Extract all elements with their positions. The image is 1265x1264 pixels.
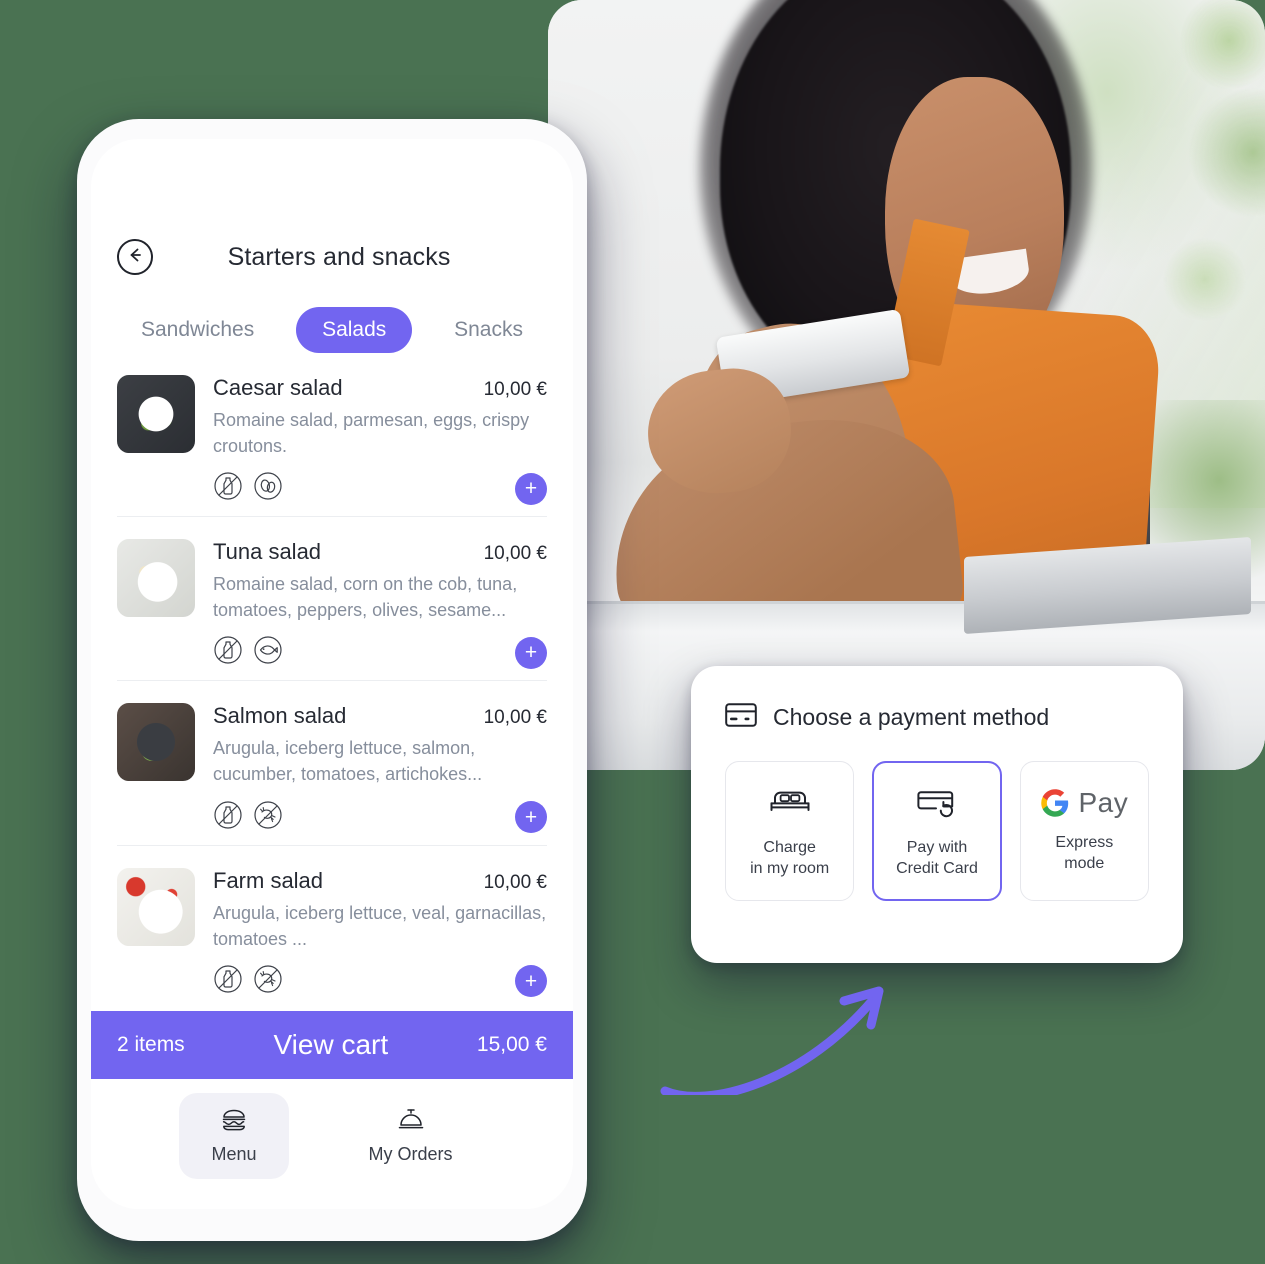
payment-option-list: Charge in my room Pay with Credit Card P… xyxy=(725,761,1149,901)
allergen-list xyxy=(213,635,283,670)
menu-item-name: Caesar salad xyxy=(213,375,343,400)
page-title: Starters and snacks xyxy=(227,242,451,271)
arrow-left-circle-icon xyxy=(126,246,144,269)
allergen-list xyxy=(213,800,283,835)
payment-option-express-mode[interactable]: Pay Express mode xyxy=(1019,761,1149,901)
nav-item-my-orders[interactable]: My Orders xyxy=(337,1093,485,1179)
bed-icon xyxy=(767,783,813,824)
google-pay-brand-text: Pay xyxy=(1078,787,1129,819)
menu-item-description: Arugula, iceberg lettuce, salmon, cucumb… xyxy=(213,738,483,785)
menu-item-footer: + xyxy=(213,964,547,999)
burger-icon xyxy=(219,1107,249,1138)
menu-item-header: Tuna salad 10,00 € xyxy=(213,539,547,565)
payment-option-charge-in-my-room[interactable]: Charge in my room xyxy=(725,761,855,901)
add-to-cart-button[interactable]: + xyxy=(515,965,547,998)
annotation-arrow xyxy=(660,986,884,1095)
menu-item-description: Romaine salad, corn on the cob, tuna, to… xyxy=(213,574,518,621)
menu-item-price: 10,00 € xyxy=(483,543,547,565)
tab-sandwiches[interactable]: Sandwiches xyxy=(115,307,280,353)
bottom-navigation: Menu My Orders xyxy=(91,1079,573,1209)
payment-option-label-line2: in my room xyxy=(750,859,830,877)
add-to-cart-button[interactable]: + xyxy=(515,636,547,669)
tab-snacks[interactable]: Snacks xyxy=(428,307,549,353)
menu-item-description: Arugula, iceberg lettuce, veal, garnacil… xyxy=(213,902,547,949)
payment-option-label-line1: Charge xyxy=(763,838,816,856)
no-shellfish-icon xyxy=(253,964,283,999)
menu-item-footer: + xyxy=(213,635,547,670)
payment-option-label: Pay with Credit Card xyxy=(896,838,978,880)
list-item[interactable]: Tuna salad 10,00 € Romaine salad, corn o… xyxy=(117,517,547,682)
credit-card-icon xyxy=(725,702,757,733)
menu-item-footer: + xyxy=(213,800,547,835)
menu-item-price: 10,00 € xyxy=(483,871,547,893)
nav-item-menu[interactable]: Menu xyxy=(179,1093,289,1179)
view-cart-bar[interactable]: 2 items View cart 15,00 € xyxy=(91,1011,573,1079)
app-header: Starters and snacks xyxy=(91,139,573,275)
payment-option-label-line2: mode xyxy=(1064,855,1105,872)
allergen-list xyxy=(213,964,283,999)
screenshot-stage: Starters and snacks Sandwiches Salads Sn… xyxy=(0,0,1265,1264)
menu-item-body: Farm salad 10,00 € Arugula, iceberg lett… xyxy=(213,868,547,999)
menu-item-body: Caesar salad 10,00 € Romaine salad, parm… xyxy=(213,375,547,506)
menu-item-header: Caesar salad 10,00 € xyxy=(213,375,547,401)
google-pay-icon: Pay xyxy=(1040,787,1128,819)
menu-item-header: Farm salad 10,00 € xyxy=(213,868,547,894)
payment-method-card: Choose a payment method Charge in my roo… xyxy=(691,666,1183,963)
category-tabs: Sandwiches Salads Snacks xyxy=(91,275,573,353)
no-lactose-icon xyxy=(213,471,243,506)
list-item[interactable]: Farm salad 10,00 € Arugula, iceberg lett… xyxy=(117,846,547,1009)
nav-item-label: My Orders xyxy=(368,1144,453,1164)
no-shellfish-icon xyxy=(253,800,283,835)
phone-screen: Starters and snacks Sandwiches Salads Sn… xyxy=(91,139,573,1209)
payment-option-label: Express mode xyxy=(1055,833,1113,875)
menu-item-thumbnail xyxy=(117,539,195,618)
nav-item-label: Menu xyxy=(211,1144,257,1164)
eggs-icon xyxy=(253,471,283,506)
menu-item-thumbnail xyxy=(117,867,195,946)
menu-item-thumbnail xyxy=(117,703,195,782)
payment-card-header: Choose a payment method xyxy=(725,702,1149,733)
tab-salads[interactable]: Salads xyxy=(296,307,413,353)
list-item[interactable]: Salmon salad 10,00 € Arugula, iceberg le… xyxy=(117,681,547,846)
payment-option-label-line1: Express xyxy=(1055,834,1114,852)
payment-option-label-line2: Credit Card xyxy=(896,859,978,877)
hero-photo xyxy=(548,0,1265,770)
no-lactose-icon xyxy=(213,800,243,835)
menu-item-footer: + xyxy=(213,471,547,506)
menu-item-thumbnail xyxy=(117,375,195,453)
payment-option-pay-with-credit-card[interactable]: Pay with Credit Card xyxy=(872,761,1002,901)
menu-item-body: Tuna salad 10,00 € Romaine salad, corn o… xyxy=(213,539,547,670)
view-cart-label: View cart xyxy=(273,1029,389,1060)
menu-item-header: Salmon salad 10,00 € xyxy=(213,703,547,729)
allergen-list xyxy=(213,471,283,506)
payment-card-title: Choose a payment method xyxy=(773,704,1050,730)
no-lactose-icon xyxy=(213,635,243,670)
add-to-cart-button[interactable]: + xyxy=(515,801,547,834)
cart-total: 15,00 € xyxy=(476,1033,547,1056)
payment-option-label: Charge in my room xyxy=(750,838,829,880)
menu-item-description: Romaine salad, parmesan, eggs, crispy cr… xyxy=(213,410,530,457)
back-button[interactable] xyxy=(117,239,153,275)
no-lactose-icon xyxy=(213,964,243,999)
list-item[interactable]: Caesar salad 10,00 € Romaine salad, parm… xyxy=(117,353,547,518)
cart-item-count: 2 items xyxy=(117,1033,185,1056)
menu-item-name: Salmon salad xyxy=(213,703,347,729)
room-service-bell-icon xyxy=(396,1107,426,1138)
menu-item-price: 10,00 € xyxy=(483,379,547,400)
menu-item-name: Farm salad xyxy=(213,867,324,893)
menu-item-price: 10,00 € xyxy=(483,707,547,729)
credit-card-refresh-icon xyxy=(916,783,958,824)
add-to-cart-button[interactable]: + xyxy=(515,472,547,505)
phone-mockup: Starters and snacks Sandwiches Salads Sn… xyxy=(77,119,587,1241)
menu-item-list: Caesar salad 10,00 € Romaine salad, parm… xyxy=(91,353,573,1011)
menu-item-body: Salmon salad 10,00 € Arugula, iceberg le… xyxy=(213,703,547,834)
payment-option-label-line1: Pay with xyxy=(906,838,968,856)
menu-item-name: Tuna salad xyxy=(213,539,322,565)
fish-icon xyxy=(253,635,283,670)
